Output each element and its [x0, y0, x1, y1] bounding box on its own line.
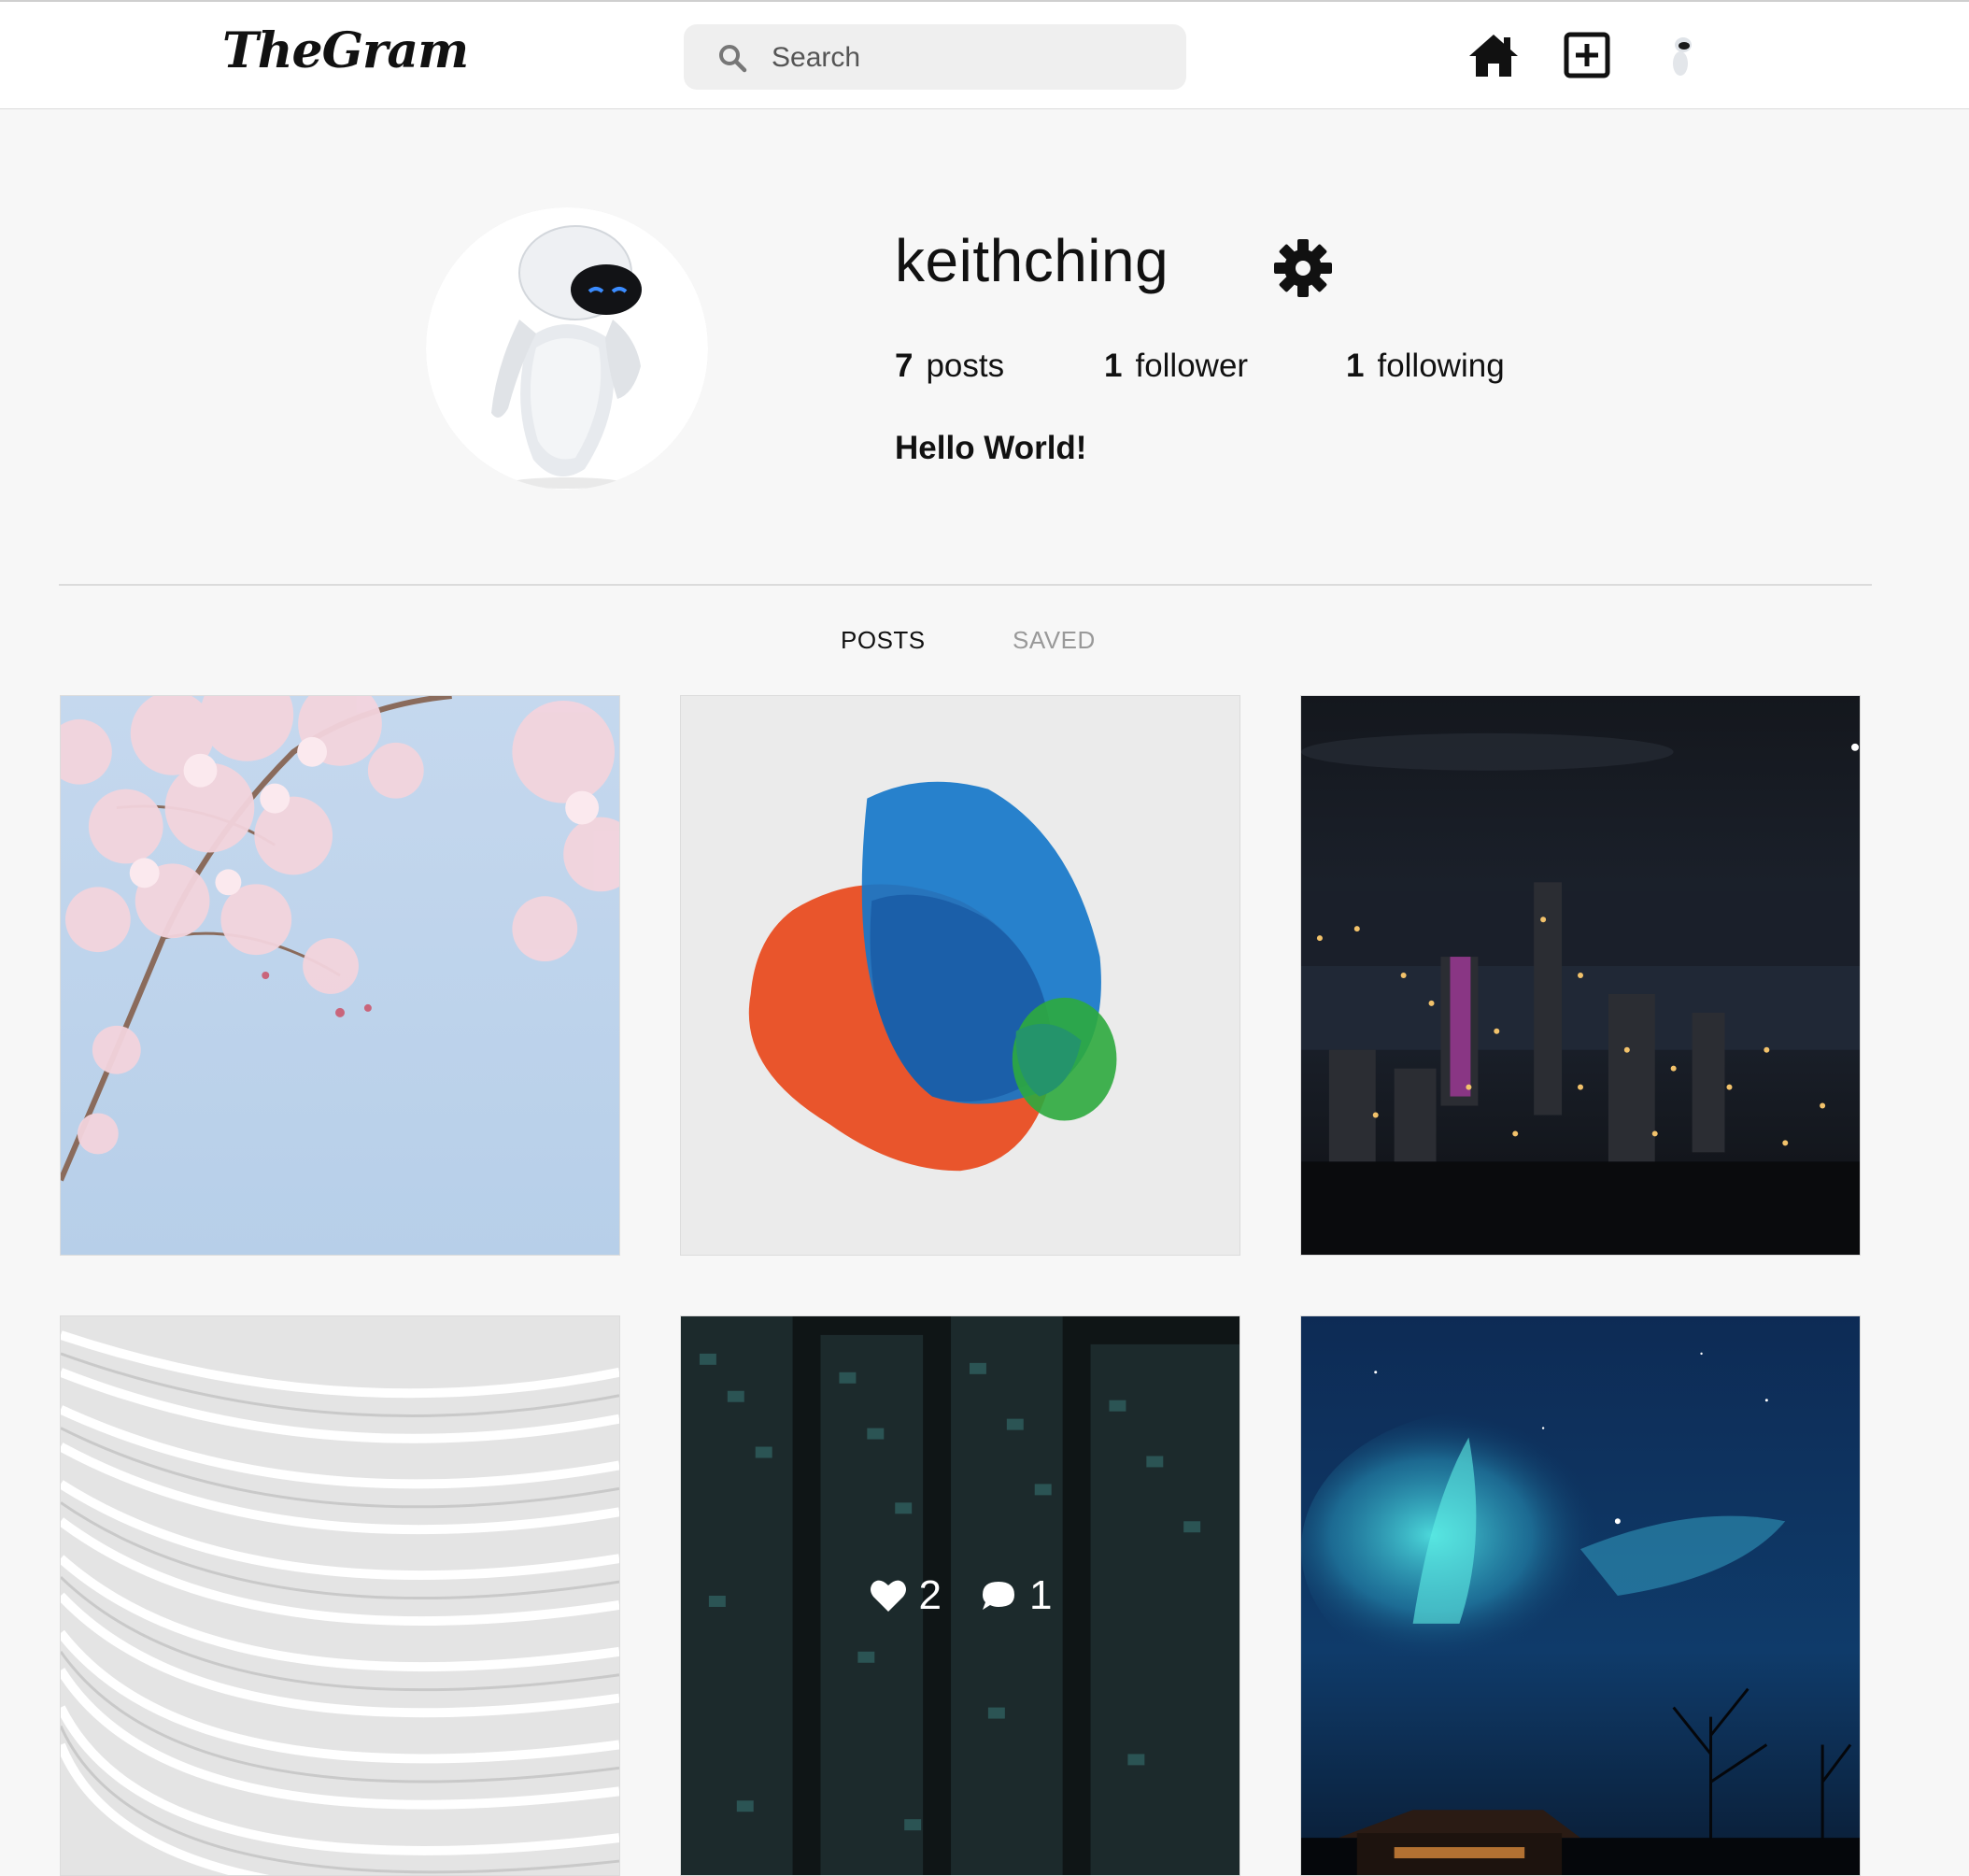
posts-count: 7: [895, 348, 914, 384]
heart-icon: [870, 1580, 906, 1612]
tab-posts[interactable]: POSTS: [841, 626, 926, 655]
search-input[interactable]: [770, 24, 1166, 92]
comments-stat: 1: [979, 1572, 1052, 1619]
post-thumbnail-aurora[interactable]: [1300, 1315, 1861, 1876]
profile-username: keithching: [895, 227, 1169, 294]
new-post-icon[interactable]: [1561, 32, 1615, 80]
tab-saved[interactable]: SAVED: [1013, 626, 1096, 655]
comment-bubble-icon: [983, 1582, 1014, 1610]
posts-label: posts: [926, 348, 1005, 384]
profile-avatar[interactable]: [426, 207, 708, 490]
settings-gear-icon[interactable]: [1272, 237, 1334, 299]
followers-count: 1: [1104, 348, 1123, 384]
search-icon: [719, 45, 747, 73]
post-thumbnail-white-architecture[interactable]: [60, 1315, 620, 1876]
post-thumbnail-dark-buildings[interactable]: 2 1: [680, 1315, 1240, 1876]
followers-stat[interactable]: 1 follower: [1104, 348, 1248, 385]
app-logo[interactable]: TheGram: [222, 22, 469, 79]
posts-count-stat: 7 posts: [895, 348, 1004, 385]
post-thumbnail-cherry-blossom[interactable]: [60, 695, 620, 1256]
following-label: following: [1377, 348, 1505, 384]
likes-count: 2: [918, 1572, 942, 1618]
profile-divider: [59, 584, 1872, 586]
comments-count: 1: [1029, 1572, 1053, 1618]
post-thumbnail-abstract-shapes[interactable]: [680, 695, 1240, 1256]
following-count: 1: [1346, 348, 1365, 384]
profile-bio: Hello World!: [895, 430, 1087, 466]
followers-label: follower: [1135, 348, 1249, 384]
nav-profile-avatar[interactable]: [1659, 32, 1706, 78]
top-nav-bar: TheGram: [0, 0, 1969, 109]
home-icon[interactable]: [1466, 32, 1521, 80]
post-thumbnail-city-night[interactable]: [1300, 695, 1861, 1256]
following-stat[interactable]: 1 following: [1346, 348, 1505, 385]
post-hover-overlay: 2 1: [681, 1316, 1239, 1875]
likes-stat: 2: [869, 1572, 942, 1619]
search-bar[interactable]: [684, 24, 1186, 92]
